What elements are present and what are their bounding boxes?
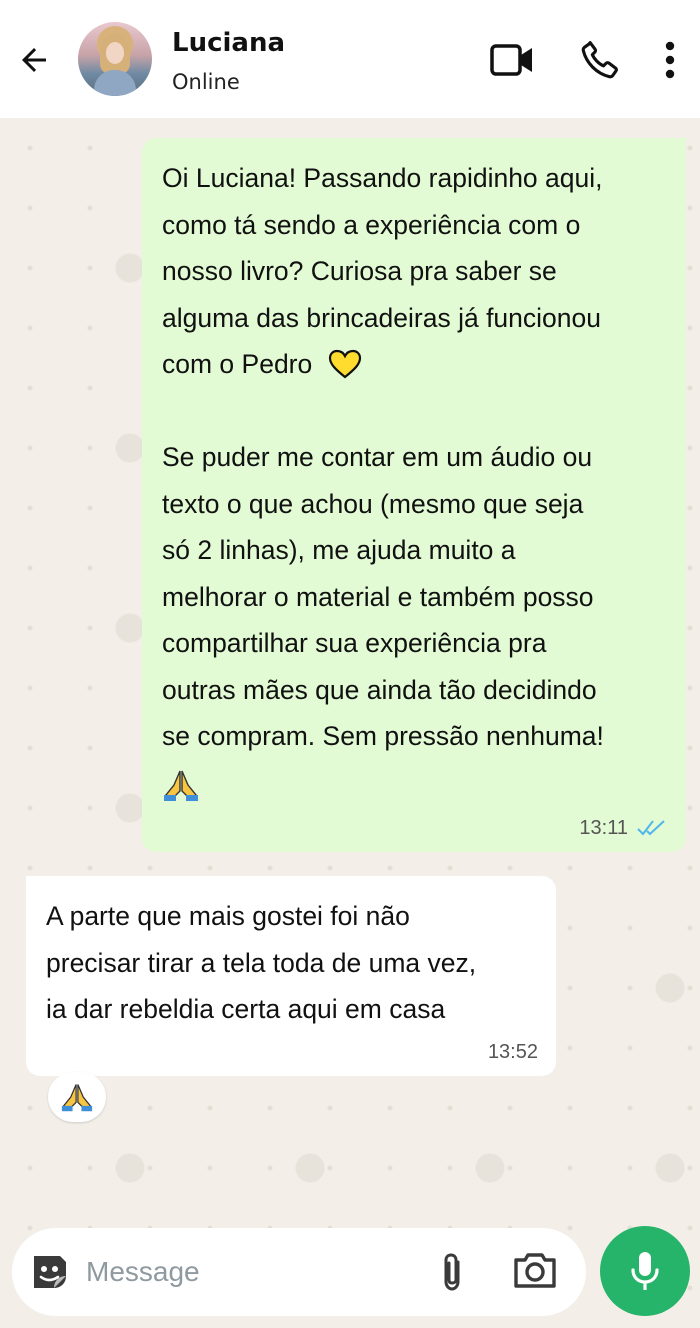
folded-hands-icon bbox=[61, 1084, 93, 1112]
message-line: A parte que mais gostei foi não bbox=[46, 901, 410, 931]
message-line-with-emoji: com o Pedro bbox=[162, 341, 666, 388]
message-meta: 13:11 bbox=[579, 816, 668, 840]
sticker-button[interactable] bbox=[28, 1250, 72, 1294]
message-composer bbox=[12, 1228, 586, 1316]
message-line: como tá sendo a experiência com o bbox=[162, 209, 581, 240]
avatar[interactable] bbox=[78, 22, 152, 96]
message-line: melhorar o material e também posso bbox=[162, 581, 594, 612]
video-camera-icon bbox=[490, 44, 532, 76]
paperclip-icon bbox=[444, 1253, 460, 1291]
camera-icon bbox=[514, 1253, 556, 1288]
message-line: se compram. Sem pressão nenhuma! bbox=[162, 721, 604, 751]
voice-message-button[interactable] bbox=[600, 1226, 690, 1316]
more-vertical-icon bbox=[665, 41, 675, 79]
message-line: precisar tirar a tela toda de uma vez, bbox=[46, 947, 477, 978]
chat-header: Luciana Online bbox=[0, 0, 700, 118]
message-time: 13:11 bbox=[579, 817, 628, 839]
message-line: ia dar rebeldia certa aqui em casa bbox=[46, 994, 446, 1024]
arrow-left-icon bbox=[22, 48, 46, 72]
message-reaction[interactable] bbox=[48, 1072, 106, 1122]
message-line: compartilhar sua experiência pra bbox=[162, 628, 547, 658]
camera-button[interactable] bbox=[512, 1250, 560, 1294]
attach-button[interactable] bbox=[436, 1250, 472, 1294]
message-line: Oi Luciana! Passando rapidinho aqui, bbox=[162, 163, 603, 193]
phone-icon bbox=[581, 41, 618, 79]
message-incoming[interactable]: A parte que mais gostei foi não precisar… bbox=[26, 876, 556, 1076]
sticker-icon bbox=[34, 1256, 66, 1288]
message-meta: 13:52 bbox=[488, 1040, 538, 1064]
message-line: com o Pedro bbox=[162, 349, 313, 379]
message-line: só 2 linhas), me ajuda muito a bbox=[162, 535, 516, 565]
voice-call-button[interactable] bbox=[576, 38, 624, 82]
message-line: alguma das brincadeiras já funcionou bbox=[162, 302, 601, 333]
message-time: 13:52 bbox=[487, 1041, 538, 1063]
contact-name[interactable]: Luciana bbox=[172, 28, 285, 58]
message-line: nosso livro? Curiosa pra saber se bbox=[162, 256, 557, 286]
contact-status: Online bbox=[172, 70, 240, 94]
folded-hands-icon bbox=[164, 770, 198, 801]
message-line: outras mães que ainda tão decidindo bbox=[162, 674, 597, 705]
more-options-button[interactable] bbox=[650, 38, 690, 82]
message-outgoing[interactable]: Oi Luciana! Passando rapidinho aqui, com… bbox=[142, 138, 686, 852]
yellow-heart-icon bbox=[328, 349, 361, 379]
message-input[interactable] bbox=[86, 1246, 416, 1298]
microphone-icon bbox=[631, 1252, 659, 1290]
message-line: Se puder me contar em um áudio ou bbox=[162, 442, 593, 472]
double-check-icon bbox=[637, 820, 665, 836]
back-button[interactable] bbox=[14, 40, 54, 80]
message-line: texto o que achou (mesmo que seja bbox=[162, 488, 584, 519]
video-call-button[interactable] bbox=[488, 38, 536, 82]
